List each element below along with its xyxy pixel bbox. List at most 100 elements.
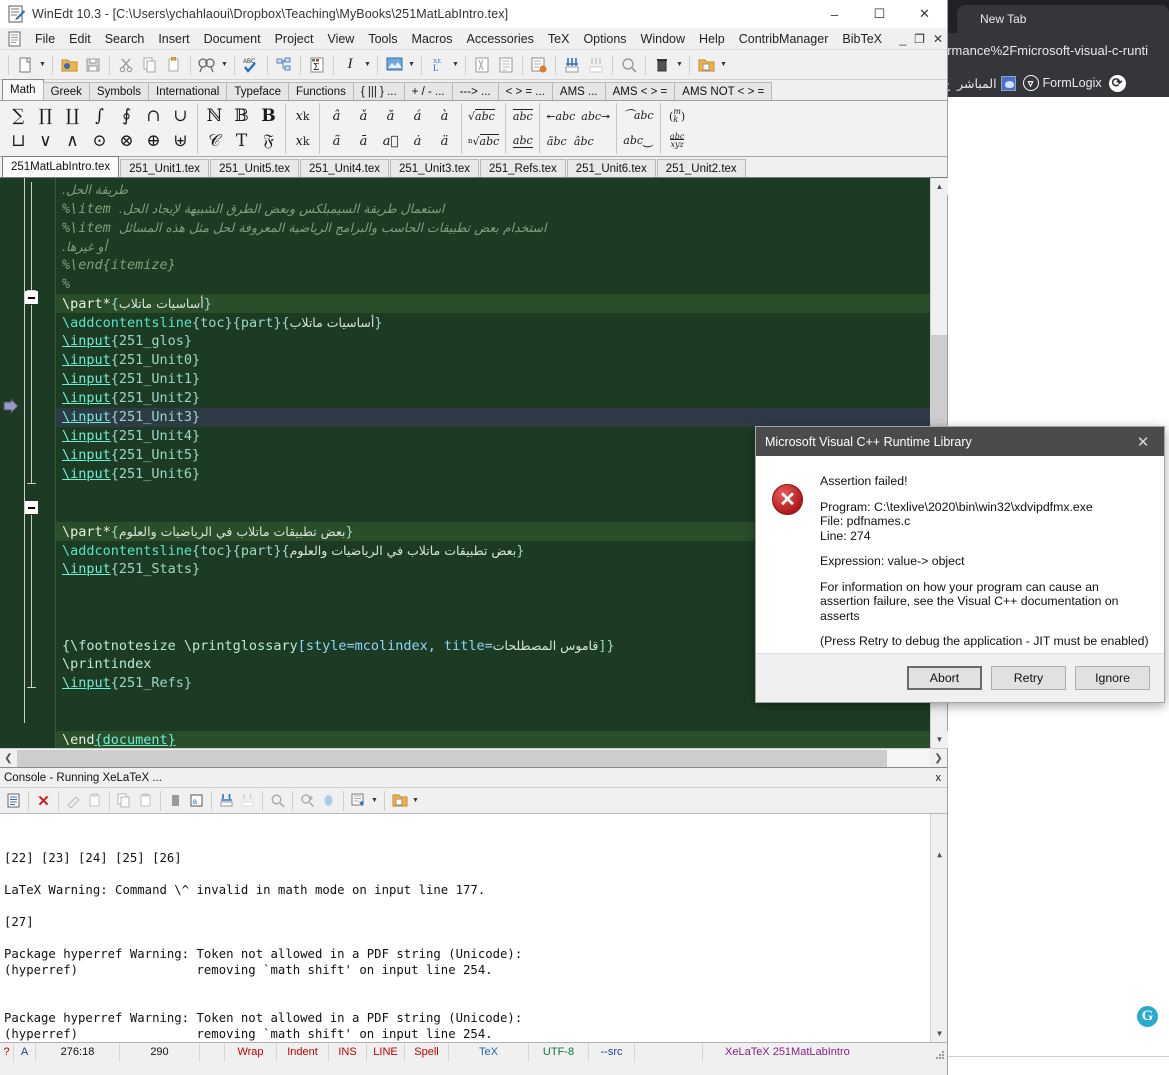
explorer-dropdown[interactable]: ▼	[718, 53, 729, 77]
status-mode[interactable]: A	[14, 1042, 36, 1062]
editor-horizontal-scrollbar[interactable]: ❮ ❯	[0, 748, 947, 767]
status-position[interactable]: 276:18	[36, 1042, 120, 1062]
dvi-viewer-icon[interactable]	[494, 53, 518, 77]
console-status-icon[interactable]	[318, 790, 339, 811]
resize-grip-icon[interactable]	[933, 1048, 945, 1060]
symbol-cap[interactable]: ∩	[140, 104, 167, 129]
insert-image-icon[interactable]	[382, 53, 406, 77]
console-select-icon[interactable]: a	[186, 790, 207, 811]
symbol-vec[interactable]: a⃗	[377, 129, 404, 154]
symbol-tilde[interactable]: ã	[323, 129, 350, 154]
math-tab-ams-[interactable]: AMS ...	[551, 82, 606, 100]
symbol-coprod[interactable]: ∐	[59, 104, 86, 129]
menu-item-document[interactable]: Document	[197, 30, 268, 48]
symbol-widehat[interactable]: âbc	[570, 129, 597, 154]
symbol-fraktur-f[interactable]: 𝔉	[255, 129, 282, 154]
editor-line[interactable]: طريقة الحل.	[56, 180, 947, 199]
symbol-otimes[interactable]: ⊗	[113, 129, 140, 154]
math-tab-greek[interactable]: Greek	[42, 82, 90, 100]
symbol-sqcup[interactable]: ⊔	[5, 129, 32, 154]
menu-item-window[interactable]: Window	[634, 30, 692, 48]
editor-line[interactable]: %\item استخدام بعض تطبيقات الحاسب والبرا…	[56, 218, 947, 237]
file-tab-251matlabintro-tex[interactable]: 251MatLabIntro.tex	[2, 156, 120, 177]
status-wrap[interactable]: Wrap	[225, 1042, 277, 1062]
browser-address-bar[interactable]: ormance%2Fmicrosoft-visual-c-runti	[940, 33, 1169, 69]
editor-line[interactable]: \input{251_glos}	[56, 332, 947, 351]
math-tab-functions[interactable]: Functions	[287, 82, 354, 100]
status-ins[interactable]: INS	[329, 1042, 367, 1062]
symbol-bar[interactable]: ā	[350, 129, 377, 154]
menu-item-insert[interactable]: Insert	[151, 30, 196, 48]
menu-item-view[interactable]: View	[320, 30, 361, 48]
symbol-roman-t[interactable]: T	[228, 129, 255, 154]
symbol-overleftarrow[interactable]: ↞abc	[543, 104, 578, 129]
console-scroll-down-icon[interactable]: ▼	[931, 1025, 947, 1042]
browser-tab-new-tab[interactable]: New Tab	[957, 5, 1169, 33]
file-tab-251-unit2-tex[interactable]: 251_Unit2.tex	[656, 159, 746, 177]
new-document-icon[interactable]	[13, 53, 37, 77]
hscroll-thumb[interactable]	[17, 749, 887, 767]
symbol-dot[interactable]: ȧ	[404, 129, 431, 154]
window-maximize-button[interactable]: ☐	[857, 0, 902, 28]
console-folder-dropdown[interactable]: ▼	[410, 789, 421, 813]
mdi-restore-button[interactable]: ❐	[914, 32, 925, 46]
symbol-underline[interactable]: abc	[509, 129, 536, 154]
math-tab-symbols[interactable]: Symbols	[88, 82, 150, 100]
symbol-overbrace[interactable]: ⏜abc	[620, 104, 656, 129]
editor-line[interactable]: \input{251_Unit2}	[56, 389, 947, 408]
menu-item-bibtex[interactable]: BibTeX	[835, 30, 889, 48]
insert-image-dropdown[interactable]: ▼	[406, 53, 417, 77]
menu-item-edit[interactable]: Edit	[62, 30, 98, 48]
fold-toggle-part2[interactable]	[25, 501, 38, 514]
symbol-wedge[interactable]: ∧	[59, 129, 86, 154]
editor-line[interactable]: \input{251_Unit3}	[56, 408, 947, 427]
editor-line[interactable]: %\end{itemize}	[56, 256, 947, 275]
save-icon[interactable]	[81, 53, 105, 77]
window-minimize-button[interactable]: –	[812, 0, 857, 28]
math-tab--[interactable]: + / - ...	[403, 82, 453, 100]
editor-fold-margin[interactable]	[22, 178, 48, 748]
console-close-button[interactable]: x	[936, 772, 942, 784]
symbol-script-c[interactable]: 𝒞	[201, 129, 228, 154]
symbol-grave[interactable]: à	[431, 104, 458, 129]
menu-item-contribmanager[interactable]: ContribManager	[732, 30, 836, 48]
symbol-overrightarrow[interactable]: abc↠	[578, 104, 613, 129]
delete-icon[interactable]	[650, 53, 674, 77]
math-tab--[interactable]: ---> ...	[451, 82, 499, 100]
sigma-math-icon[interactable]: Σ	[305, 53, 329, 77]
symbol-widetilde[interactable]: ãbc	[543, 129, 570, 154]
file-tab-251-unit5-tex[interactable]: 251_Unit5.tex	[210, 159, 300, 177]
symbol-ddot[interactable]: ä	[431, 129, 458, 154]
symbol-acute[interactable]: á	[404, 104, 431, 129]
status-spell[interactable]: Spell	[405, 1042, 449, 1062]
bookmark-item-3[interactable]: ⟳	[1108, 74, 1126, 92]
explorer-icon[interactable]	[694, 53, 718, 77]
spellcheck-icon[interactable]: ABC	[239, 53, 263, 77]
symbol-prod[interactable]: ∏	[32, 104, 59, 129]
console-stop-icon[interactable]: ✕	[33, 790, 54, 811]
editor-line[interactable]: أو غيرها.	[56, 237, 947, 256]
menu-item-help[interactable]: Help	[692, 30, 732, 48]
symbol-sum[interactable]: ∑	[5, 104, 32, 129]
mdi-minimize-button[interactable]: _	[899, 32, 906, 46]
grammarly-badge-icon[interactable]: G	[1137, 1006, 1158, 1027]
status-line-count[interactable]: 290	[120, 1042, 200, 1062]
open-folder-icon[interactable]	[57, 53, 81, 77]
editor-line[interactable]: \part*{أساسيات ماتلاب}	[56, 294, 947, 313]
symbol-blackboard-b[interactable]: 𝔹	[228, 104, 255, 129]
find-icon[interactable]	[195, 53, 219, 77]
editor-line[interactable]: \input{251_Unit0}	[56, 351, 947, 370]
console-log-dropdown[interactable]: ▼	[369, 789, 380, 813]
status-line-mode[interactable]: LINE	[367, 1042, 405, 1062]
menu-item-file[interactable]: File	[28, 30, 62, 48]
status-compiler[interactable]: XeLaTeX 251MatLabIntro	[703, 1043, 947, 1062]
editor-line[interactable]: \addcontentsline{toc}{part}{أساسيات ماتل…	[56, 313, 947, 332]
file-tab-251-unit6-tex[interactable]: 251_Unit6.tex	[566, 159, 656, 177]
symbol-superscript[interactable]: xk	[289, 104, 316, 129]
run-script-icon[interactable]	[527, 53, 551, 77]
menu-item-tools[interactable]: Tools	[361, 30, 404, 48]
math-tab-ams-not-[interactable]: AMS NOT < > =	[674, 82, 773, 100]
symbol-uplus[interactable]: ⊎	[167, 129, 194, 154]
console-log-icon[interactable]	[348, 790, 369, 811]
console-clear-icon[interactable]	[165, 790, 186, 811]
